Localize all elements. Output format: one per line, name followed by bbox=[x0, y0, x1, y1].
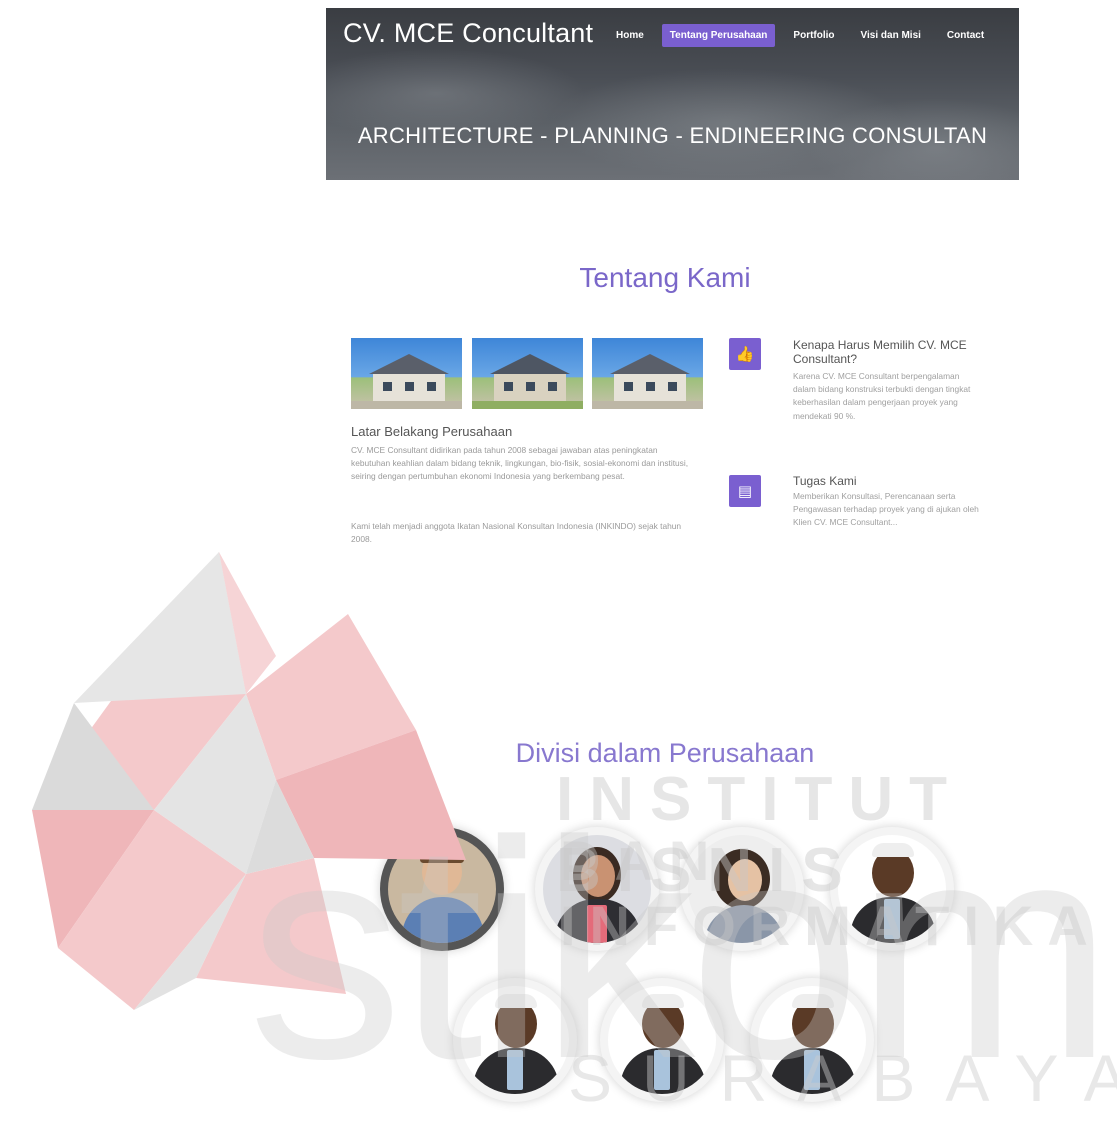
division-avatar-3[interactable] bbox=[680, 827, 804, 951]
list-icon: ▤ bbox=[729, 475, 761, 507]
main-nav: Home Tentang Perusahaan Portfolio Visi d… bbox=[608, 24, 1002, 47]
nav-visi-dan-misi[interactable]: Visi dan Misi bbox=[853, 24, 929, 47]
section-title-divisions: Divisi dalam Perusahaan bbox=[515, 738, 815, 768]
feature-text-task: Memberikan Konsultasi, Perencanaan serta… bbox=[793, 491, 979, 528]
house-image-3 bbox=[592, 338, 703, 409]
division-avatar-5[interactable] bbox=[453, 978, 577, 1102]
brand-logo[interactable]: CV. MCE Concultant bbox=[343, 18, 593, 49]
nav-home[interactable]: Home bbox=[608, 24, 652, 47]
house-image-2 bbox=[472, 338, 583, 409]
nav-contact[interactable]: Contact bbox=[939, 24, 992, 47]
feature-text-why: Karena CV. MCE Consultant berpengalaman … bbox=[793, 371, 971, 421]
house-image-1 bbox=[351, 338, 462, 409]
hero-tagline: ARCHITECTURE - PLANNING - ENDINEERING CO… bbox=[357, 123, 988, 148]
division-avatar-4[interactable] bbox=[830, 827, 954, 951]
hero-header: CV. MCE Concultant Home Tentang Perusaha… bbox=[326, 8, 1019, 180]
division-avatar-2[interactable] bbox=[535, 827, 659, 951]
background-heading: Latar Belakang Perusahaan bbox=[351, 424, 513, 439]
thumbs-up-icon: 👍 bbox=[729, 338, 761, 370]
division-avatar-6[interactable] bbox=[600, 978, 724, 1102]
section-title-about: Tentang Kami bbox=[579, 262, 751, 293]
nav-portfolio[interactable]: Portfolio bbox=[785, 24, 842, 47]
star-logo-icon bbox=[32, 552, 466, 1010]
feature-title-why: Kenapa Harus Memilih CV. MCE Consultant? bbox=[793, 338, 967, 366]
nav-tentang-perusahaan[interactable]: Tentang Perusahaan bbox=[661, 24, 776, 47]
division-avatar-1[interactable] bbox=[380, 827, 504, 951]
about-paragraph-2: Kami telah menjadi anggota Ikatan Nasion… bbox=[351, 521, 682, 545]
about-paragraph-1: CV. MCE Consultant didirikan pada tahun … bbox=[351, 445, 689, 482]
division-avatar-7[interactable] bbox=[750, 978, 874, 1102]
feature-title-task: Tugas Kami bbox=[793, 474, 857, 488]
